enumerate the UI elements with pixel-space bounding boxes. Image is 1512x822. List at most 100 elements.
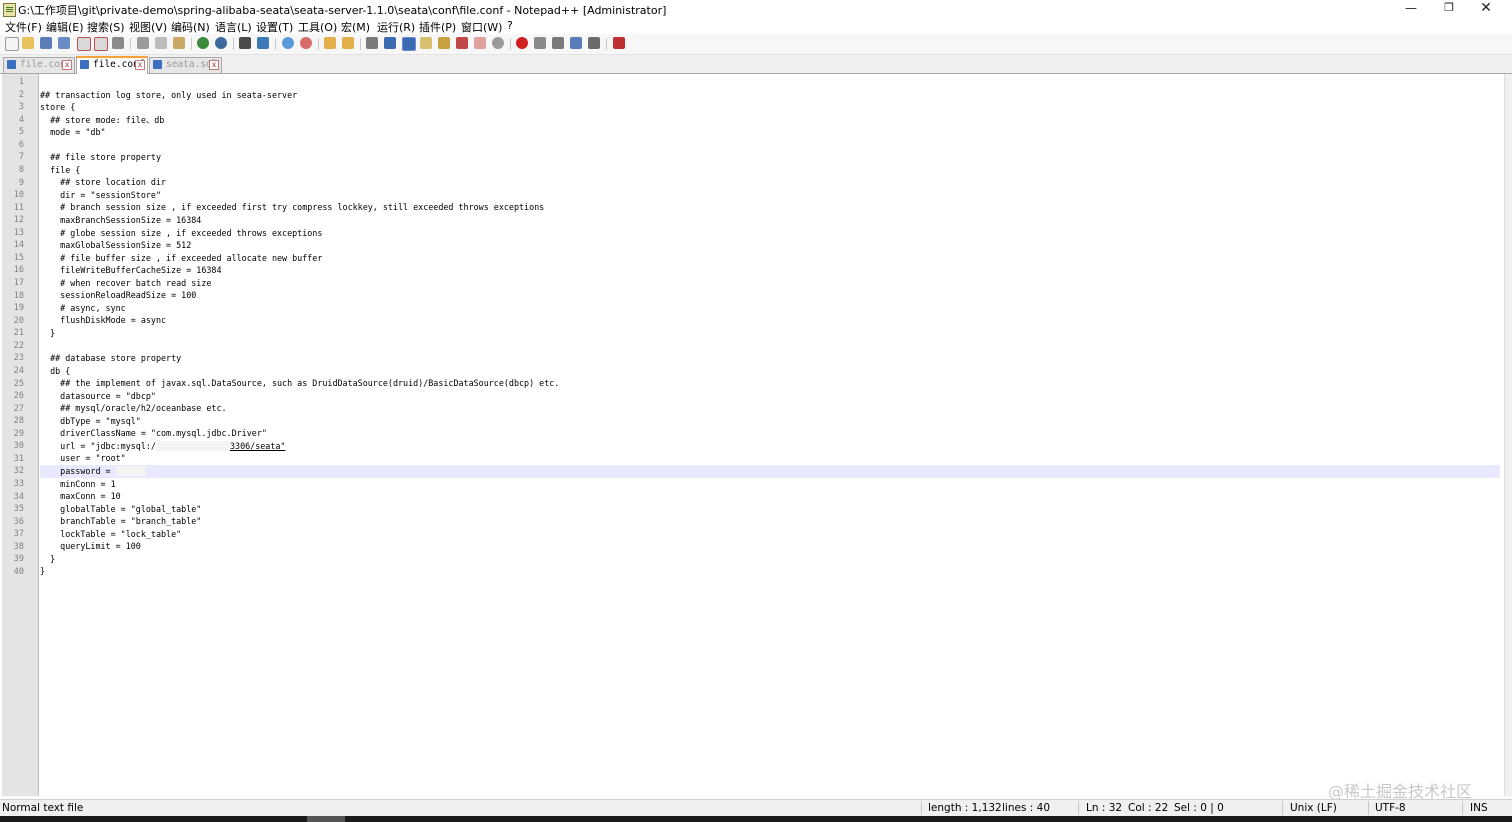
code-line[interactable]: mode = "db"	[40, 126, 1500, 139]
spell-check-icon[interactable]	[613, 37, 625, 49]
code-line[interactable]: branchTable = "branch_table"	[40, 515, 1500, 528]
minimize-button[interactable]: —	[1393, 0, 1429, 18]
code-line[interactable]: password =	[40, 464, 1500, 478]
code-line[interactable]: maxGlobalSessionSize = 512	[40, 239, 1500, 252]
code-line[interactable]: db {	[40, 365, 1500, 378]
code-line[interactable]: datasource = "dbcp"	[40, 390, 1500, 403]
menu-file[interactable]: 文件(F)	[5, 19, 42, 35]
find-icon[interactable]	[239, 37, 251, 49]
copy-icon[interactable]	[155, 37, 167, 49]
monitoring-icon[interactable]	[492, 37, 504, 49]
code-line[interactable]: fileWriteBufferCacheSize = 16384	[40, 264, 1500, 277]
code-line[interactable]: # file buffer size , if exceeded allocat…	[40, 252, 1500, 265]
code-line[interactable]: ## database store property	[40, 352, 1500, 365]
new-file-icon[interactable]	[5, 37, 19, 51]
code-line[interactable]: sessionReloadReadSize = 100	[40, 289, 1500, 302]
tab-close-icon[interactable]: x	[62, 60, 72, 70]
menu-run[interactable]: 运行(R)	[377, 19, 415, 35]
code-line[interactable]: minConn = 1	[40, 478, 1500, 491]
code-line[interactable]: # async, sync	[40, 302, 1500, 315]
indent-guide-icon[interactable]	[402, 37, 416, 51]
close-all-icon[interactable]	[94, 37, 108, 51]
document-map-icon[interactable]	[438, 37, 450, 49]
playback-macro-icon[interactable]	[552, 37, 564, 49]
run-macro-multiple-icon[interactable]	[570, 37, 582, 49]
replace-icon[interactable]	[257, 37, 269, 49]
menu-window[interactable]: 窗口(W)	[461, 19, 502, 35]
menu-plugins[interactable]: 插件(P)	[419, 19, 456, 35]
code-line[interactable]: }	[40, 553, 1500, 566]
code-line[interactable]	[40, 76, 1500, 89]
stop-recording-icon[interactable]	[534, 37, 546, 49]
file-saved-icon	[153, 60, 162, 69]
code-line[interactable]: user = "root"	[40, 452, 1500, 465]
undo-icon[interactable]	[197, 37, 209, 49]
code-line[interactable]: ## the implement of javax.sql.DataSource…	[40, 377, 1500, 390]
print-icon[interactable]	[112, 37, 124, 49]
word-wrap-icon[interactable]	[366, 37, 378, 49]
code-line[interactable]: dbType = "mysql"	[40, 415, 1500, 428]
save-macro-icon[interactable]	[588, 37, 600, 49]
code-line[interactable]: globalTable = "global_table"	[40, 503, 1500, 516]
code-line[interactable]: url = "jdbc:mysql:/ 3306/seata"	[40, 440, 1500, 453]
menu-encoding[interactable]: 编码(N)	[171, 19, 210, 35]
code-line[interactable]: driverClassName = "com.mysql.jdbc.Driver…	[40, 427, 1500, 440]
editor[interactable]: 1 2 3 4 5 6 7 8 9 10 11 12 13 14 15 16 17 18 19 20 21 22 23 24 2…	[2, 74, 1504, 796]
menu-help[interactable]: ?	[507, 19, 513, 32]
tab-seata-sql[interactable]: seata.sql x	[149, 57, 222, 73]
code-line[interactable]	[40, 139, 1500, 152]
function-list-icon[interactable]	[456, 37, 468, 49]
vertical-scrollbar[interactable]	[1504, 74, 1512, 796]
close-file-icon[interactable]	[77, 37, 91, 51]
menu-settings[interactable]: 设置(T)	[256, 19, 293, 35]
menu-language[interactable]: 语言(L)	[215, 19, 252, 35]
tab-close-icon[interactable]: x	[209, 60, 219, 70]
code-line[interactable]	[40, 339, 1500, 352]
tab-file-conf-1[interactable]: file.conf x	[3, 57, 75, 73]
code-line[interactable]: # branch session size , if exceeded firs…	[40, 201, 1500, 214]
code-line[interactable]: }	[40, 565, 1500, 578]
menu-macro[interactable]: 宏(M)	[341, 19, 370, 35]
tab-close-icon[interactable]: x	[135, 60, 145, 70]
code-line[interactable]: store {	[40, 101, 1500, 114]
zoom-out-icon[interactable]	[300, 37, 312, 49]
code-line[interactable]: ## file store property	[40, 151, 1500, 164]
save-all-icon[interactable]	[58, 37, 70, 49]
open-file-icon[interactable]	[22, 37, 34, 49]
sync-horizontal-icon[interactable]	[342, 37, 354, 49]
record-macro-icon[interactable]	[516, 37, 528, 49]
code-line[interactable]: flushDiskMode = async	[40, 314, 1500, 327]
code-line[interactable]: ## mysql/oracle/h2/oceanbase etc.	[40, 402, 1500, 415]
code-line[interactable]: maxConn = 10	[40, 490, 1500, 503]
menu-tools[interactable]: 工具(O)	[298, 19, 337, 35]
code-line[interactable]: queryLimit = 100	[40, 540, 1500, 553]
code-line[interactable]: dir = "sessionStore"	[40, 189, 1500, 202]
folder-workspace-icon[interactable]	[474, 37, 486, 49]
save-icon[interactable]	[40, 37, 52, 49]
restore-button[interactable]: ❐	[1431, 0, 1467, 18]
user-language-icon[interactable]	[420, 37, 432, 49]
code-line[interactable]: file {	[40, 164, 1500, 177]
code-area[interactable]: ## transaction log store, only used in s…	[40, 76, 1500, 578]
code-line[interactable]: }	[40, 327, 1500, 340]
show-all-characters-icon[interactable]	[384, 37, 396, 49]
code-line[interactable]: ## transaction log store, only used in s…	[40, 89, 1500, 102]
zoom-in-icon[interactable]	[282, 37, 294, 49]
line-number-gutter: 1 2 3 4 5 6 7 8 9 10 11 12 13 14 15 16 17 18 19 20 21 22 23 24 2…	[2, 74, 39, 796]
close-window-button[interactable]: ✕	[1468, 0, 1504, 18]
paste-icon[interactable]	[173, 37, 185, 49]
code-line[interactable]: ## store mode: file、db	[40, 114, 1500, 127]
status-eol[interactable]: Unix (LF)	[1290, 802, 1337, 814]
code-line[interactable]: lockTable = "lock_table"	[40, 528, 1500, 541]
cut-icon[interactable]	[137, 37, 149, 49]
redo-icon[interactable]	[215, 37, 227, 49]
code-line[interactable]: # when recover batch read size	[40, 277, 1500, 290]
code-line[interactable]: ## store location dir	[40, 176, 1500, 189]
tab-file-conf-2[interactable]: file.conf x	[76, 56, 148, 75]
code-line[interactable]: maxBranchSessionSize = 16384	[40, 214, 1500, 227]
menu-search[interactable]: 搜索(S)	[87, 19, 125, 35]
menu-edit[interactable]: 编辑(E)	[46, 19, 84, 35]
code-line[interactable]: # globe session size , if exceeded throw…	[40, 227, 1500, 240]
sync-vertical-icon[interactable]	[324, 37, 336, 49]
menu-view[interactable]: 视图(V)	[129, 19, 167, 35]
